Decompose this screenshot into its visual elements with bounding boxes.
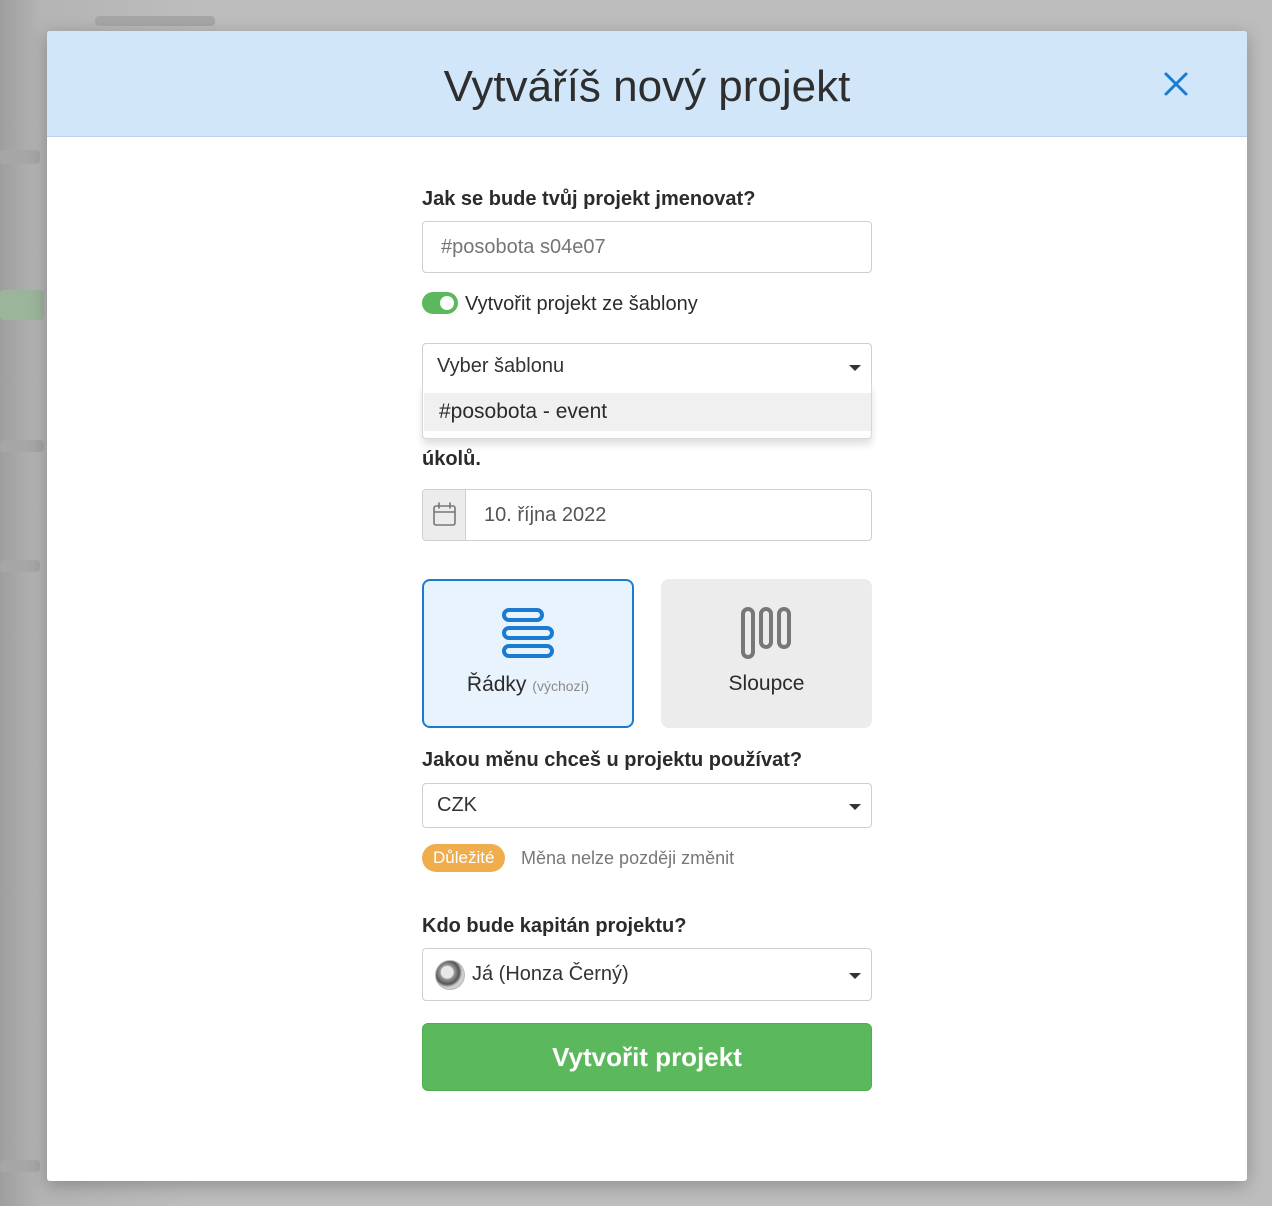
chevron-down-icon [849, 804, 861, 810]
project-name-input[interactable] [422, 221, 872, 273]
close-button[interactable] [1159, 67, 1193, 101]
captain-select-value: Já (Honza Černý) [472, 963, 629, 985]
template-select-value: Vyber šablonu [437, 355, 565, 377]
template-select[interactable]: Vyber šablonu [422, 343, 872, 387]
rows-label-text: Řádky [466, 673, 527, 696]
currency-select[interactable]: CZK [422, 783, 872, 828]
currency-select-value: CZK [437, 794, 477, 816]
background-ghost [0, 440, 44, 452]
columns-icon [740, 607, 791, 659]
background-ghost [0, 560, 40, 572]
create-project-modal: Vytváříš nový projekt Jak se bude tvůj p… [47, 31, 1247, 1181]
toggle-knob [440, 296, 454, 310]
create-project-button[interactable]: Vytvořit projekt [422, 1023, 872, 1091]
calendar-icon [433, 502, 456, 526]
background-ghost [0, 150, 40, 164]
rows-label-default: (výchozí) [532, 678, 590, 694]
template-toggle-label: Vytvořit projekt ze šablony [465, 293, 698, 315]
date-label: úkolů. [422, 448, 481, 470]
modal-header: Vytváříš nový projekt [47, 31, 1247, 137]
chevron-down-icon [849, 365, 861, 371]
date-value: 10. října 2022 [484, 504, 607, 526]
background-ghost [0, 1160, 40, 1172]
captain-select[interactable]: Já (Honza Černý) [422, 948, 872, 1001]
template-option[interactable]: #posobota - event [424, 393, 871, 431]
columns-label: Sloupce [728, 672, 805, 695]
project-name-label: Jak se bude tvůj projekt jmenovat? [422, 188, 756, 210]
rows-label: Řádky (výchozí) [424, 673, 632, 697]
date-addon[interactable] [423, 490, 466, 540]
captain-label: Kdo bude kapitán projektu? [422, 915, 687, 937]
avatar [435, 960, 465, 990]
rows-icon [502, 608, 554, 658]
currency-label: Jakou měnu chceš u projektu používat? [422, 749, 803, 771]
currency-hint: Měna nelze později změnit [521, 848, 735, 868]
close-icon [1164, 72, 1188, 96]
background-ghost [0, 290, 44, 320]
layout-option-columns[interactable]: Sloupce [661, 579, 872, 728]
modal-title: Vytváříš nový projekt [443, 62, 851, 111]
important-badge: Důležité [422, 844, 506, 872]
background-ghost [95, 16, 215, 26]
template-dropdown: #posobota - event [422, 383, 872, 439]
date-field[interactable]: 10. října 2022 [422, 489, 872, 541]
template-toggle[interactable] [422, 292, 458, 314]
chevron-down-icon [849, 973, 861, 979]
layout-option-rows[interactable]: Řádky (výchozí) [422, 579, 634, 728]
